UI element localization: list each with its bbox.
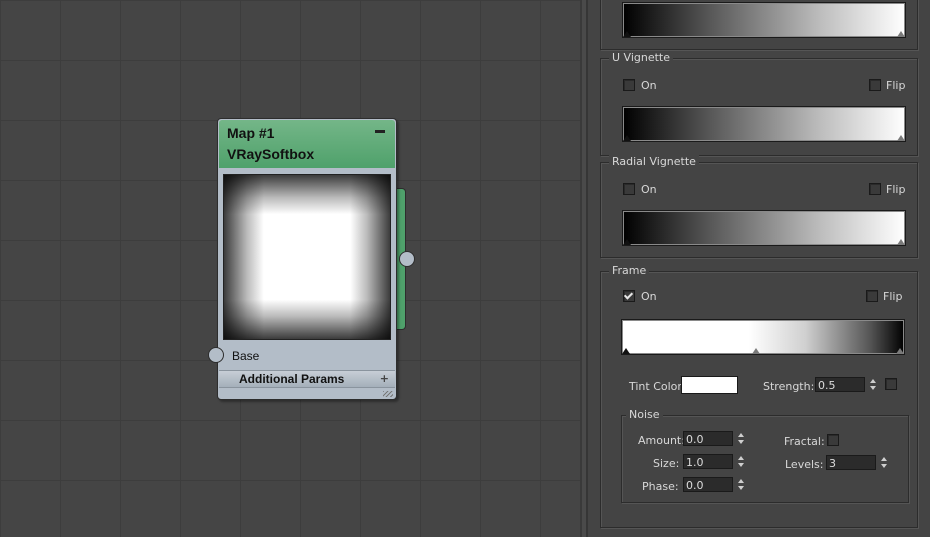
node-map-name: Map #1 <box>227 125 275 141</box>
node-header[interactable]: Map #1 VRaySoftbox <box>219 120 395 168</box>
base-input-port[interactable] <box>208 347 224 363</box>
gradient-marker-icon[interactable] <box>623 135 631 141</box>
u-vignette-flip-checkbox[interactable] <box>869 79 881 91</box>
radial-vignette-title: Radial Vignette <box>609 155 699 168</box>
additional-params-rollout[interactable]: Additional Params + <box>219 370 395 388</box>
size-spinner-icon[interactable] <box>737 454 746 469</box>
phase-input[interactable]: 0.0 <box>683 477 733 492</box>
u-vignette-on-label: On <box>641 79 657 92</box>
node-editor-canvas[interactable]: Map #1 VRaySoftbox Base Additional Param… <box>0 0 580 537</box>
map-node[interactable]: Map #1 VRaySoftbox Base Additional Param… <box>208 118 415 400</box>
output-port[interactable] <box>399 251 415 267</box>
resize-grip-icon[interactable] <box>383 391 393 397</box>
u-vignette-on-checkbox[interactable] <box>623 79 635 91</box>
gradient-marker-icon[interactable] <box>623 239 631 245</box>
v-vignette-group <box>600 0 918 50</box>
radial-vignette-group: Radial Vignette On Flip <box>600 155 918 258</box>
fractal-label: Fractal: <box>784 435 825 448</box>
gradient-marker-icon[interactable] <box>897 239 905 245</box>
frame-group: Frame On Flip Tint Color: Strength: 0.5 … <box>600 264 918 528</box>
radial-vignette-flip-label: Flip <box>886 183 906 196</box>
levels-input[interactable]: 3 <box>826 455 876 470</box>
u-vignette-title: U Vignette <box>609 51 674 64</box>
strength-spinner-icon[interactable] <box>869 377 878 392</box>
tint-color-label: Tint Color: <box>629 380 686 393</box>
strength-map-checkbox[interactable] <box>885 378 897 390</box>
gradient-marker-icon[interactable] <box>752 348 760 354</box>
frame-on-label: On <box>641 290 657 303</box>
gradient-marker-icon[interactable] <box>622 348 630 354</box>
panel-splitter[interactable] <box>580 0 596 537</box>
frame-flip-label: Flip <box>883 290 903 303</box>
gradient-marker-icon[interactable] <box>623 31 631 37</box>
strength-label: Strength: <box>763 380 815 393</box>
phase-spinner-icon[interactable] <box>737 477 746 492</box>
phase-label: Phase: <box>642 480 679 493</box>
radial-vignette-on-label: On <box>641 183 657 196</box>
gradient-marker-icon[interactable] <box>897 31 905 37</box>
expand-plus-icon[interactable]: + <box>380 372 389 385</box>
fractal-checkbox[interactable] <box>827 434 839 446</box>
frame-flip-checkbox[interactable] <box>866 290 878 302</box>
tint-color-swatch[interactable] <box>681 376 738 394</box>
levels-label: Levels: <box>785 458 824 471</box>
u-vignette-group: U Vignette On Flip <box>600 51 918 156</box>
frame-on-checkbox[interactable] <box>623 290 635 302</box>
amount-label: Amount: <box>638 434 685 447</box>
softbox-preview <box>223 174 391 340</box>
frame-title: Frame <box>609 264 650 277</box>
levels-spinner-icon[interactable] <box>880 455 889 470</box>
v-vignette-gradient[interactable] <box>622 2 906 38</box>
noise-group: Noise Amount: 0.0 Size: 1.0 Phase: 0.0 F… <box>621 408 909 503</box>
size-input[interactable]: 1.0 <box>683 454 733 469</box>
noise-title: Noise <box>626 408 663 421</box>
radial-vignette-gradient[interactable] <box>622 210 906 246</box>
gradient-marker-icon[interactable] <box>896 348 904 354</box>
additional-params-label: Additional Params <box>239 372 345 386</box>
amount-spinner-icon[interactable] <box>737 431 746 446</box>
radial-vignette-flip-checkbox[interactable] <box>869 183 881 195</box>
parameters-panel: U Vignette On Flip Radial Vignette On Fl… <box>596 0 930 537</box>
frame-gradient[interactable] <box>621 319 905 355</box>
size-label: Size: <box>653 457 680 470</box>
collapse-icon[interactable] <box>375 130 385 133</box>
node-type-name: VRaySoftbox <box>227 146 315 162</box>
base-input-label: Base <box>232 349 260 363</box>
amount-input[interactable]: 0.0 <box>683 431 733 446</box>
node-body[interactable]: Map #1 VRaySoftbox Base Additional Param… <box>217 118 397 400</box>
strength-input[interactable]: 0.5 <box>815 377 865 392</box>
radial-vignette-on-checkbox[interactable] <box>623 183 635 195</box>
u-vignette-flip-label: Flip <box>886 79 906 92</box>
u-vignette-gradient[interactable] <box>622 106 906 142</box>
gradient-marker-icon[interactable] <box>897 135 905 141</box>
